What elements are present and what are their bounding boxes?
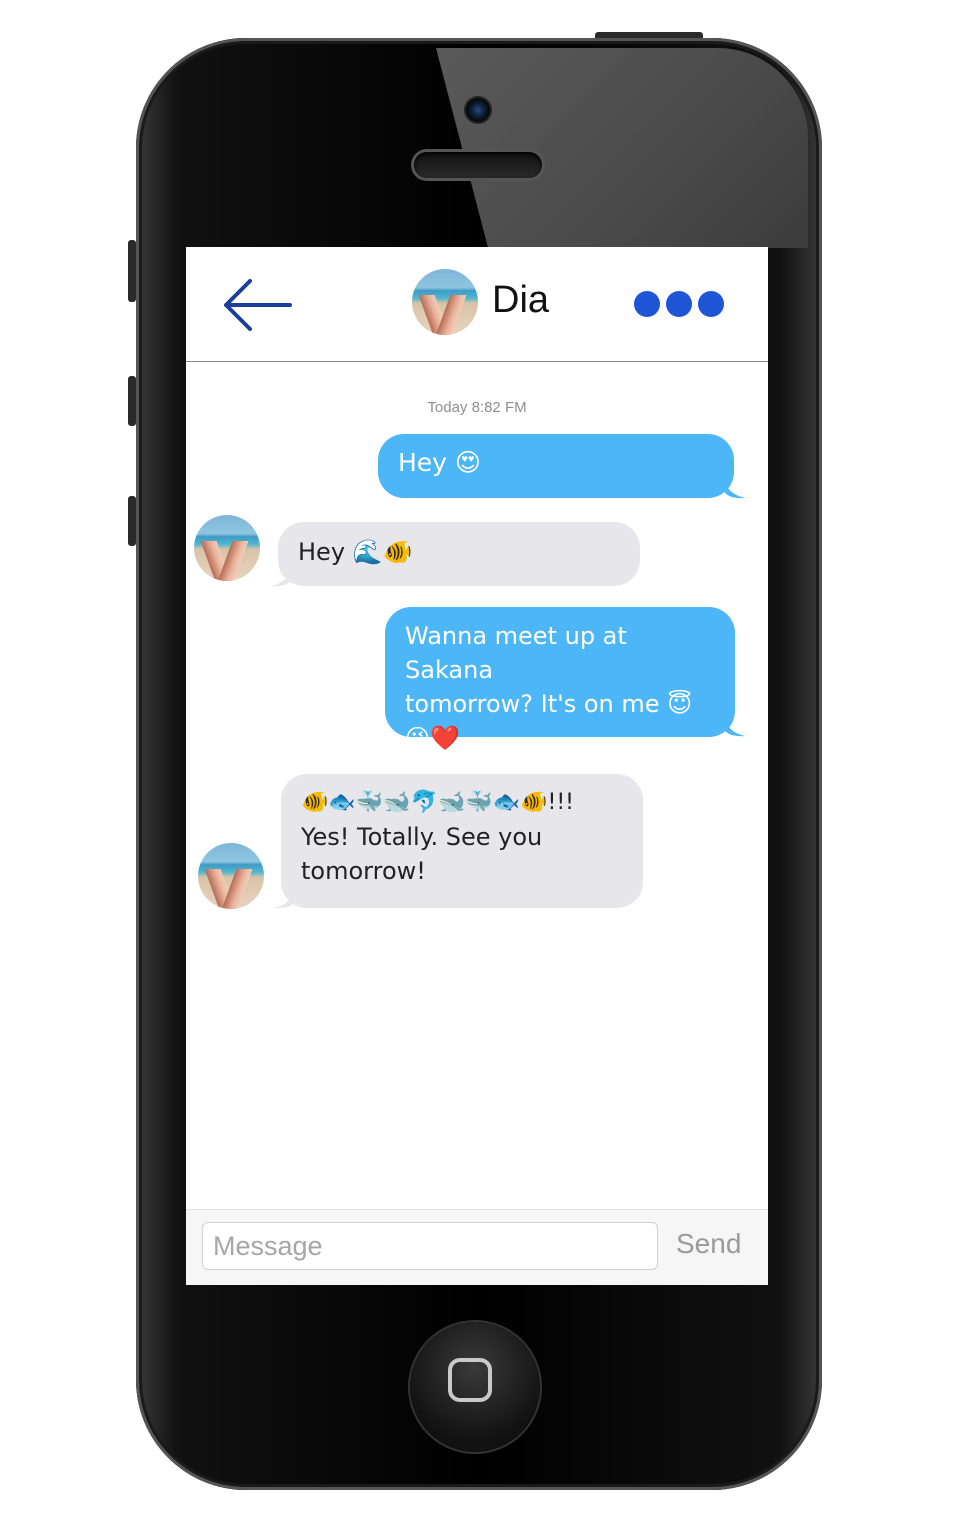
contact-avatar-small[interactable] (198, 843, 264, 909)
volume-up-button (128, 376, 136, 426)
message-text-line: Wanna meet up at Sakana (405, 622, 627, 684)
received-message-bubble[interactable]: Hey 🌊🐠 (278, 522, 640, 586)
dot (634, 291, 660, 317)
message-text-line: Yes! Totally. See you (301, 823, 543, 851)
contact-avatar[interactable] (412, 269, 478, 335)
message-text-line: 🐠🐟🐳🐋🐬🐋🐳🐟🐠!!! (301, 790, 574, 815)
conversation-header: Dia (186, 247, 768, 362)
received-message-bubble[interactable]: 🐠🐟🐳🐋🐬🐋🐳🐟🐠!!! Yes! Totally. See you tomor… (281, 774, 643, 908)
dot (698, 291, 724, 317)
arrow-left-icon[interactable] (220, 277, 292, 333)
bubble-tail (270, 567, 292, 587)
messages-screen: Dia Today 8:82 FM Hey 😍 Hey 🌊🐠 Wanna mee… (186, 247, 768, 1285)
earpiece-speaker (414, 152, 542, 178)
ellipsis-icon[interactable] (634, 291, 724, 317)
message-input[interactable] (202, 1222, 658, 1270)
dot (666, 291, 692, 317)
bubble-tail (273, 889, 295, 909)
message-text: Hey 🌊🐠 (298, 538, 413, 566)
message-text-line: 😘❤️ (405, 724, 460, 752)
message-text: Hey 😍 (398, 448, 481, 477)
mute-switch (128, 240, 136, 302)
contact-name[interactable]: Dia (492, 279, 549, 322)
sent-message-bubble[interactable]: Wanna meet up at Sakana tomorrow? It's o… (385, 607, 735, 752)
send-button[interactable]: Send (676, 1228, 741, 1260)
bubble-tail (724, 717, 746, 737)
front-camera (466, 98, 490, 122)
contact-avatar-small[interactable] (194, 515, 260, 581)
phone-glare (436, 48, 808, 248)
message-composer: Send (186, 1209, 768, 1285)
message-text-line: tomorrow? It's on me 😇 (405, 690, 693, 718)
bubble-tail (724, 479, 746, 499)
sent-message-bubble[interactable]: Hey 😍 (378, 434, 734, 498)
message-timestamp: Today 8:82 FM (427, 399, 527, 416)
home-button-icon (448, 1358, 492, 1402)
message-text-line: tomorrow! (301, 857, 426, 885)
volume-down-button (128, 496, 136, 546)
